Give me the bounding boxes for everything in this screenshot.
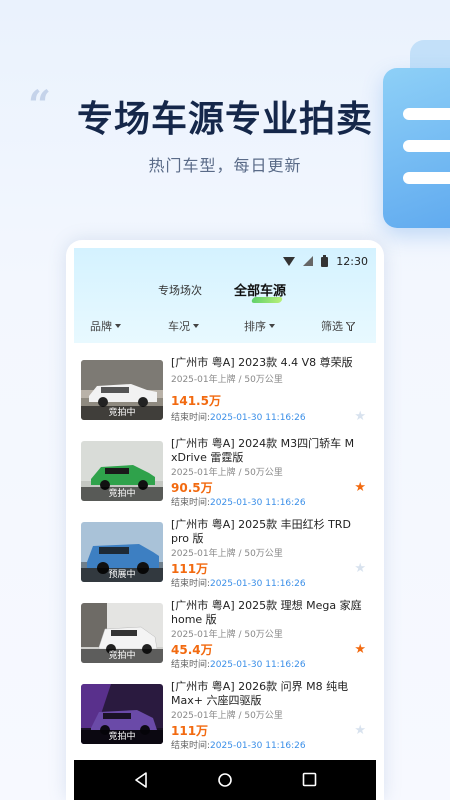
car-photo: 竞拍中	[81, 684, 163, 744]
listing-end-time: 结束时间:2025-01-30 11:16:26	[171, 576, 306, 589]
listing-meta: 2025-01年上牌 / 50万公里	[171, 468, 283, 478]
end-time-label: 结束时间:	[171, 660, 211, 670]
list-item[interactable]: 竞拍中 [广州市 粤A] 2025款 理想 Mega 家庭home 版 2025…	[74, 593, 376, 674]
listing-end-time: 结束时间:2025-01-30 11:16:26	[171, 495, 306, 508]
filter-brand[interactable]: 品牌	[90, 318, 121, 334]
tab-bar: 专场场次 全部车源	[74, 280, 376, 304]
battery-icon	[321, 255, 329, 267]
favorite-star-icon[interactable]: ★	[354, 481, 366, 494]
filter-brand-label: 品牌	[90, 320, 112, 333]
tab-all-vehicles[interactable]: 全部车源	[234, 280, 286, 299]
listing-price: 111万	[171, 562, 209, 576]
listing-price: 111万	[171, 724, 209, 738]
list-item[interactable]: 竞拍中 [广州市 粤A] 2026款 问界 M8 纯电 Max+ 六座四驱版 2…	[74, 674, 376, 755]
auction-status-badge: 竞拍中	[81, 487, 163, 501]
car-photo: 预展中	[81, 522, 163, 582]
listing-meta: 2025-01年上牌 / 50万公里	[171, 630, 283, 640]
back-icon[interactable]	[134, 772, 148, 788]
listing-meta: 2025-01年上牌 / 50万公里	[171, 375, 283, 385]
auction-status-badge: 竞拍中	[81, 406, 163, 420]
end-time-label: 结束时间:	[171, 741, 211, 751]
listing-meta: 2025-01年上牌 / 50万公里	[171, 549, 283, 559]
wifi-icon	[283, 256, 296, 266]
filter-screen-label: 筛选	[321, 320, 343, 333]
listing-title: [广州市 粤A] 2026款 问界 M8 纯电 Max+ 六座四驱版	[171, 680, 349, 707]
listing-price: 45.4万	[171, 643, 213, 657]
auction-status-badge: 竞拍中	[81, 730, 163, 744]
signal-icon	[303, 256, 314, 266]
end-time-value: 2025-01-30 11:16:26	[210, 660, 306, 670]
tab-special-sessions[interactable]: 专场场次	[158, 282, 202, 298]
phone-mockup: 12:30 专场场次 全部车源 品牌 车况 排序 筛选 竞拍中 [广州市 粤A]…	[66, 240, 384, 800]
end-time-label: 结束时间:	[171, 498, 211, 508]
filter-condition[interactable]: 车况	[168, 318, 199, 334]
filter-icon	[346, 321, 355, 331]
listing-title: [广州市 粤A] 2023款 4.4 V8 尊荣版	[171, 356, 353, 369]
status-bar: 12:30	[283, 252, 368, 270]
car-photo: 竞拍中	[81, 603, 163, 663]
auction-status-badge: 竞拍中	[81, 649, 163, 663]
listing-end-time: 结束时间:2025-01-30 11:16:26	[171, 738, 306, 751]
favorite-star-icon[interactable]: ★	[354, 724, 366, 737]
list-item[interactable]: 竞拍中 [广州市 粤A] 2024款 M3四门轿车 M xDrive 雷霆版 2…	[74, 431, 376, 512]
filter-condition-label: 车况	[168, 320, 190, 333]
caret-down-icon	[269, 324, 275, 328]
listing-price: 90.5万	[171, 481, 213, 495]
end-time-value: 2025-01-30 11:16:26	[210, 413, 306, 423]
end-time-label: 结束时间:	[171, 579, 211, 589]
listing-end-time: 结束时间:2025-01-30 11:16:26	[171, 410, 306, 423]
system-navigation-bar	[74, 760, 376, 800]
end-time-value: 2025-01-30 11:16:26	[210, 498, 306, 508]
end-time-value: 2025-01-30 11:16:26	[210, 741, 306, 751]
caret-down-icon	[115, 324, 121, 328]
end-time-value: 2025-01-30 11:16:26	[210, 579, 306, 589]
listing-title: [广州市 粤A] 2025款 丰田红杉 TRD pro 版	[171, 518, 351, 545]
list-item[interactable]: 竞拍中 [广州市 粤A] 2023款 4.4 V8 尊荣版 2025-01年上牌…	[74, 350, 376, 431]
listing-price: 141.5万	[171, 394, 221, 408]
favorite-star-icon[interactable]: ★	[354, 562, 366, 575]
filter-screen[interactable]: 筛选	[321, 318, 355, 334]
listing-title: [广州市 粤A] 2024款 M3四门轿车 M xDrive 雷霆版	[171, 437, 355, 464]
home-icon[interactable]	[217, 772, 233, 788]
filter-sort[interactable]: 排序	[244, 318, 275, 334]
status-time: 12:30	[336, 254, 368, 268]
car-photo: 竞拍中	[81, 360, 163, 420]
app-header: 12:30 专场场次 全部车源 品牌 车况 排序 筛选	[74, 248, 376, 343]
auction-status-badge: 预展中	[81, 568, 163, 582]
favorite-star-icon[interactable]: ★	[354, 643, 366, 656]
list-item[interactable]: 预展中 [广州市 粤A] 2025款 丰田红杉 TRD pro 版 2025-0…	[74, 512, 376, 593]
app-screen: 12:30 专场场次 全部车源 品牌 车况 排序 筛选 竞拍中 [广州市 粤A]…	[74, 248, 376, 800]
list-document-icon	[380, 40, 450, 230]
car-photo: 竞拍中	[81, 441, 163, 501]
listing-end-time: 结束时间:2025-01-30 11:16:26	[171, 657, 306, 670]
listing-meta: 2025-01年上牌 / 50万公里	[171, 711, 283, 721]
filter-sort-label: 排序	[244, 320, 266, 333]
recent-apps-icon[interactable]	[302, 772, 317, 787]
end-time-label: 结束时间:	[171, 413, 211, 423]
filter-bar: 品牌 车况 排序 筛选	[74, 318, 376, 338]
favorite-star-icon[interactable]: ★	[354, 410, 366, 423]
listing-title: [广州市 粤A] 2025款 理想 Mega 家庭home 版	[171, 599, 362, 626]
caret-down-icon	[193, 324, 199, 328]
